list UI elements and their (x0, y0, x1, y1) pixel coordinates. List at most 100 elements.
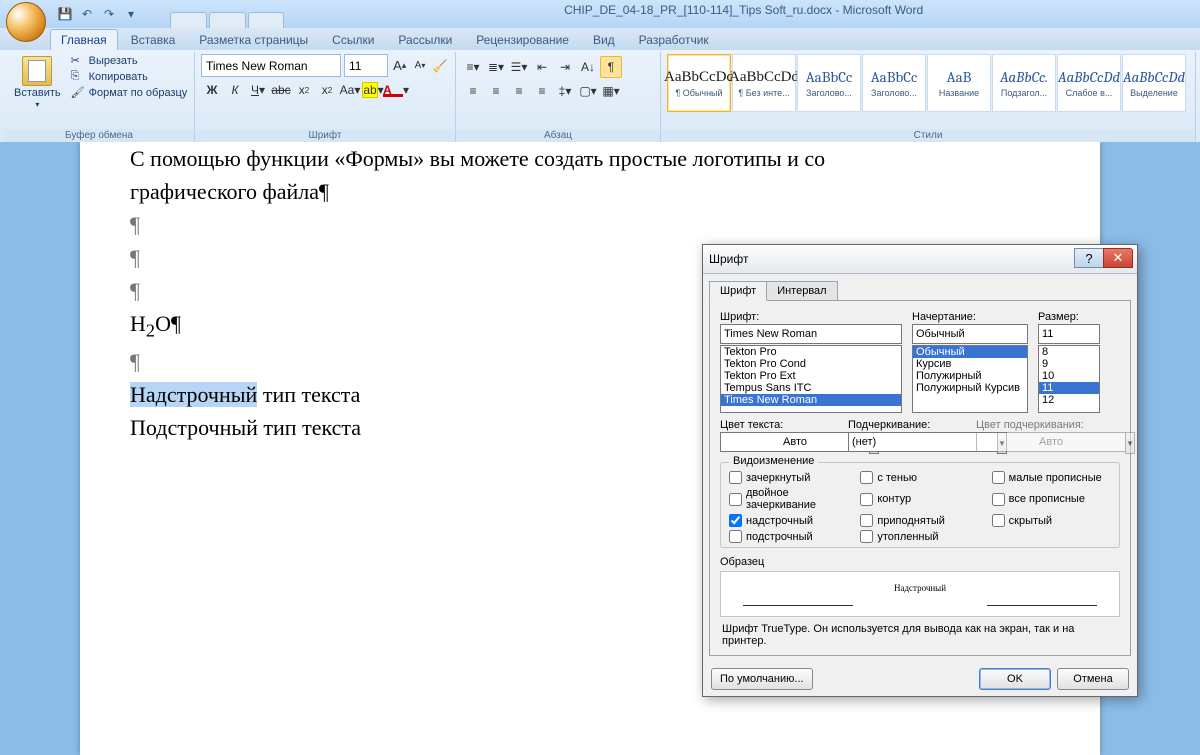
clipboard-icon (22, 56, 52, 86)
font-name-field[interactable] (720, 324, 902, 344)
chk-dstrike[interactable]: двойное зачеркивание (729, 487, 848, 511)
shading-button[interactable]: ▢▾ (577, 80, 599, 102)
tab-spacing[interactable]: Интервал (766, 281, 837, 301)
bg-tab[interactable] (170, 12, 207, 28)
grow-font-button[interactable]: A▴ (391, 55, 408, 77)
style-item[interactable]: AaBНазвание (927, 54, 991, 112)
bold-button[interactable]: Ж (201, 79, 223, 101)
qat-more-icon[interactable]: ▾ (122, 5, 140, 23)
borders-button[interactable]: ▦▾ (600, 80, 622, 102)
chk-shadow[interactable]: с тенью (860, 471, 979, 484)
font-size-input[interactable] (344, 54, 388, 77)
label-sample: Образец (720, 556, 764, 568)
hint-text: Шрифт TrueType. Он используется для выво… (722, 623, 1118, 647)
label-underline: Подчеркивание: (848, 419, 966, 431)
close-button[interactable]: ✕ (1103, 248, 1133, 268)
scissors-icon: ✂ (71, 54, 85, 68)
numbering-button[interactable]: ≣▾ (485, 56, 507, 78)
style-item[interactable]: AaBbCcDd¶ Обычный (667, 54, 731, 112)
sort-button[interactable]: A↓ (577, 56, 599, 78)
strike-button[interactable]: abc (270, 79, 292, 101)
shrink-font-button[interactable]: A▾ (411, 55, 428, 77)
style-item[interactable]: AaBbCcDdВыделение (1122, 54, 1186, 112)
chk-strike[interactable]: зачеркнутый (729, 471, 848, 484)
undo-icon[interactable]: ↶ (78, 5, 96, 23)
style-item[interactable]: AaBbCc.Подзагол... (992, 54, 1056, 112)
bullets-button[interactable]: ≡▾ (462, 56, 484, 78)
superscript-button[interactable]: x2 (316, 79, 338, 101)
chk-hidden[interactable]: скрытый (992, 514, 1111, 527)
show-marks-button[interactable]: ¶ (600, 56, 622, 78)
body-text: H (130, 311, 146, 336)
font-style-field[interactable] (912, 324, 1028, 344)
chk-engrave[interactable]: утопленный (860, 530, 979, 543)
font-dialog: Шрифт ? ✕ Шрифт Интервал Шрифт: Tekton P… (702, 244, 1138, 697)
chk-superscript[interactable]: надстрочный (729, 514, 848, 527)
italic-button[interactable]: К (224, 79, 246, 101)
chk-smallcaps[interactable]: малые прописные (992, 471, 1111, 484)
selected-text: Надстрочный (130, 382, 257, 407)
dialog-footer: По умолчанию... OK Отмена (703, 662, 1137, 696)
underline-combo[interactable]: ▼ (848, 432, 966, 454)
font-color-combo[interactable]: ▼ (720, 432, 838, 454)
chk-outline[interactable]: контур (860, 487, 979, 511)
copy-button[interactable]: ⎘Копировать (71, 70, 188, 84)
tab-view[interactable]: Вид (582, 29, 626, 50)
highlight-button[interactable]: ab▾ (362, 79, 384, 101)
dialog-titlebar[interactable]: Шрифт ? ✕ (703, 245, 1137, 274)
cut-button[interactable]: ✂Вырезать (71, 54, 188, 68)
ribbon-tabs: Главная Вставка Разметка страницы Ссылки… (0, 28, 1200, 50)
ok-button[interactable]: OK (979, 668, 1051, 690)
font-name-input[interactable] (201, 54, 341, 77)
tab-review[interactable]: Рецензирование (465, 29, 580, 50)
change-case-button[interactable]: Aa▾ (339, 79, 361, 101)
bg-tab[interactable] (209, 12, 246, 28)
chk-emboss[interactable]: приподнятый (860, 514, 979, 527)
default-button[interactable]: По умолчанию... (711, 668, 813, 690)
align-center-button[interactable]: ≡ (485, 80, 507, 102)
style-item[interactable]: AaBbCcDd¶ Без инте... (732, 54, 796, 112)
paste-button[interactable]: Вставить ▾ (10, 54, 65, 129)
justify-button[interactable]: ≡ (531, 80, 553, 102)
group-label: Абзац (456, 129, 660, 142)
underline-button[interactable]: Ч▾ (247, 79, 269, 101)
tab-insert[interactable]: Вставка (120, 29, 187, 50)
tab-developer[interactable]: Разработчик (628, 29, 720, 50)
style-item[interactable]: AaBbCcЗаголово... (797, 54, 861, 112)
tab-layout[interactable]: Разметка страницы (188, 29, 319, 50)
size-list[interactable]: 89101112 (1038, 345, 1100, 413)
office-button[interactable] (6, 2, 46, 42)
bg-tab[interactable] (248, 12, 285, 28)
font-list[interactable]: Tekton ProTekton Pro CondTekton Pro ExtT… (720, 345, 902, 413)
style-item[interactable]: AaBbCcDdСлабое в... (1057, 54, 1121, 112)
font-color-button[interactable]: A▾ (385, 79, 407, 101)
dialog-body: Шрифт: Tekton ProTekton Pro CondTekton P… (709, 300, 1131, 656)
tab-references[interactable]: Ссылки (321, 29, 385, 50)
dialog-tabs: Шрифт Интервал (703, 274, 1137, 300)
multilevel-button[interactable]: ☰▾ (508, 56, 530, 78)
label-style: Начертание: (912, 311, 1028, 323)
tab-font[interactable]: Шрифт (709, 281, 767, 301)
style-list[interactable]: ОбычныйКурсивПолужирныйПолужирный Курсив (912, 345, 1028, 413)
style-item[interactable]: AaBbCcЗаголово... (862, 54, 926, 112)
tab-mailings[interactable]: Рассылки (387, 29, 463, 50)
align-left-button[interactable]: ≡ (462, 80, 484, 102)
chk-allcaps[interactable]: все прописные (992, 487, 1111, 511)
help-button[interactable]: ? (1074, 248, 1104, 268)
font-size-field[interactable] (1038, 324, 1100, 344)
indent-button[interactable]: ⇥ (554, 56, 576, 78)
group-paragraph: ≡▾ ≣▾ ☰▾ ⇤ ⇥ A↓ ¶ ≡ ≡ ≡ ≡ ‡▾ ▢▾ ▦▾ Абзац (456, 52, 661, 142)
cancel-button[interactable]: Отмена (1057, 668, 1129, 690)
format-painter-button[interactable]: 🖌Формат по образцу (71, 86, 188, 100)
chk-subscript[interactable]: подстрочный (729, 530, 848, 543)
subscript-button[interactable]: x2 (293, 79, 315, 101)
line-spacing-button[interactable]: ‡▾ (554, 80, 576, 102)
save-icon[interactable]: 💾 (56, 5, 74, 23)
tab-home[interactable]: Главная (50, 29, 118, 50)
dialog-title: Шрифт (709, 252, 748, 266)
outdent-button[interactable]: ⇤ (531, 56, 553, 78)
clear-format-button[interactable]: 🧹 (432, 55, 449, 77)
align-right-button[interactable]: ≡ (508, 80, 530, 102)
title-bar: 💾 ↶ ↷ ▾ CHIP_DE_04-18_PR_[110-114]_Tips … (0, 0, 1200, 28)
redo-icon[interactable]: ↷ (100, 5, 118, 23)
